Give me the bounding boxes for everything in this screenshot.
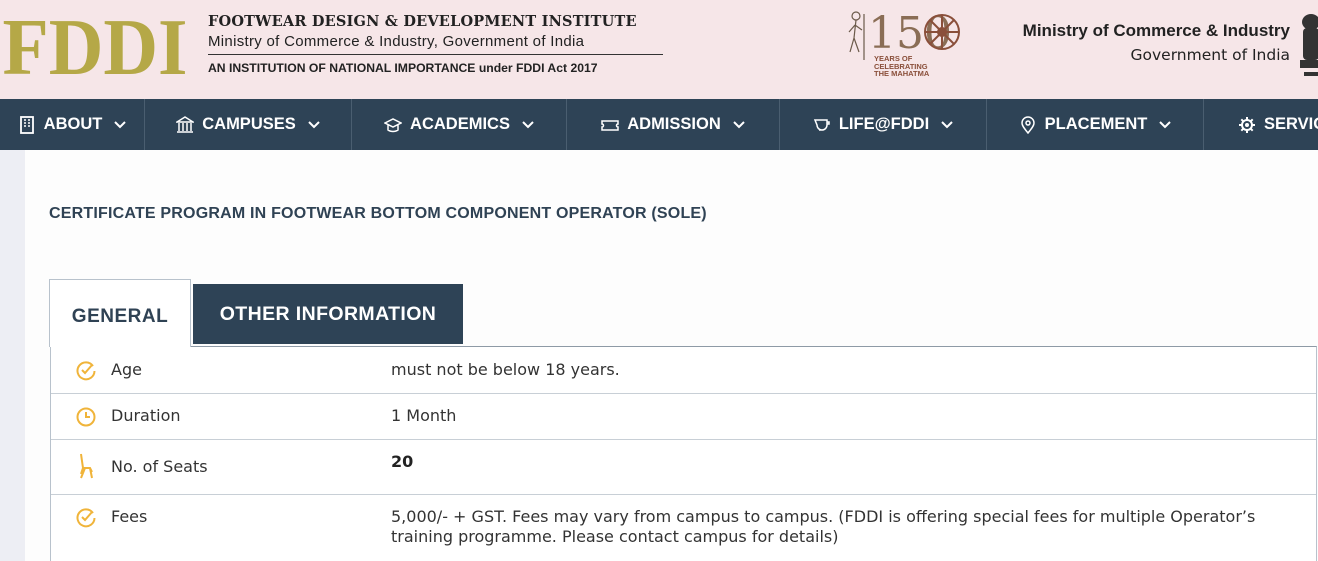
graduation-cap-icon bbox=[384, 117, 403, 132]
nav-label: PLACEMENT bbox=[1044, 115, 1148, 133]
nav-label: ABOUT bbox=[43, 115, 103, 133]
nav-label: LIFE@FDDI bbox=[838, 115, 930, 133]
info-row-age: Age must not be below 18 years. bbox=[51, 347, 1316, 394]
row-value: 1 Month bbox=[391, 406, 457, 425]
nav-item-about[interactable]: ABOUT bbox=[0, 99, 145, 150]
nav-item-life[interactable]: LIFE@FDDI bbox=[780, 99, 987, 150]
info-row-fees: Fees 5,000/- + GST. Fees may vary from c… bbox=[51, 495, 1316, 561]
institution-icon bbox=[176, 115, 195, 133]
ministry-title: Ministry of Commerce & Industry bbox=[1022, 21, 1290, 40]
divider bbox=[208, 54, 663, 55]
badge-caption: YEARS OF CELEBRATING THE MAHATMA bbox=[874, 54, 930, 78]
info-row-duration: Duration 1 Month bbox=[51, 394, 1316, 440]
nav-label: SERVIC bbox=[1264, 115, 1318, 133]
check-circle-icon bbox=[76, 361, 96, 381]
row-value: must not be below 18 years. bbox=[391, 360, 620, 379]
ticket-icon bbox=[601, 119, 619, 131]
location-pin-icon bbox=[1020, 115, 1035, 134]
chevron-down-icon bbox=[941, 120, 953, 128]
info-row-seats: No. of Seats 20 bbox=[51, 440, 1316, 495]
info-table: Age must not be below 18 years. Duration… bbox=[50, 346, 1317, 561]
nav-label: CAMPUSES bbox=[202, 115, 296, 133]
nav-item-placement[interactable]: PLACEMENT bbox=[987, 99, 1204, 150]
gear-icon bbox=[1239, 116, 1255, 133]
tab-other-information[interactable]: OTHER INFORMATION bbox=[193, 284, 463, 344]
ministry-subtitle: Government of India bbox=[1130, 46, 1291, 64]
row-label: No. of Seats bbox=[111, 457, 208, 476]
chevron-down-icon bbox=[1159, 120, 1172, 128]
nav-item-services[interactable]: SERVIC bbox=[1204, 99, 1318, 150]
tab-general[interactable]: GENERAL bbox=[49, 279, 191, 347]
site-header: FDDI FOOTWEAR DESIGN & DEVELOPMENT INSTI… bbox=[0, 0, 1318, 99]
chevron-down-icon bbox=[114, 120, 127, 128]
institute-name: FOOTWEAR DESIGN & DEVELOPMENT INSTITUTE bbox=[208, 13, 637, 30]
row-value: 20 bbox=[391, 452, 414, 471]
nav-label: ACADEMICS bbox=[410, 115, 510, 133]
fddi-logo[interactable]: FDDI bbox=[2, 12, 189, 80]
logo-text: FDDI bbox=[3, 12, 188, 80]
chevron-down-icon bbox=[733, 120, 745, 128]
check-circle-icon bbox=[76, 508, 96, 528]
side-strip bbox=[0, 150, 25, 561]
national-emblem-icon bbox=[1300, 14, 1318, 76]
institute-status: AN INSTITUTION OF NATIONAL IMPORTANCE un… bbox=[208, 61, 598, 75]
nav-item-admission[interactable]: ADMISSION bbox=[567, 99, 780, 150]
cup-icon bbox=[813, 118, 830, 131]
page-title: CERTIFICATE PROGRAM IN FOOTWEAR BOTTOM C… bbox=[49, 205, 707, 222]
clock-icon bbox=[76, 407, 96, 427]
nav-item-academics[interactable]: ACADEMICS bbox=[352, 99, 567, 150]
row-value: 5,000/- + GST. Fees may vary from campus… bbox=[391, 507, 1256, 546]
chevron-down-icon bbox=[308, 120, 320, 128]
row-label: Duration bbox=[111, 406, 181, 425]
row-label: Age bbox=[111, 360, 142, 379]
nav-label: ADMISSION bbox=[627, 115, 721, 133]
chevron-down-icon bbox=[522, 120, 534, 128]
institute-block: FOOTWEAR DESIGN & DEVELOPMENT INSTITUTE … bbox=[208, 13, 668, 75]
row-label: Fees bbox=[111, 507, 148, 526]
building-icon bbox=[19, 115, 34, 134]
seat-icon bbox=[80, 453, 93, 479]
institute-ministry: Ministry of Commerce & Industry, Governm… bbox=[208, 33, 585, 50]
nav-item-campuses[interactable]: CAMPUSES bbox=[145, 99, 352, 150]
main-nav: ABOUT CAMPUSES ACADEMICS ADMISSION LIFE@… bbox=[0, 99, 1318, 150]
ministry-block: Ministry of Commerce & Industry Governme… bbox=[1023, 21, 1290, 64]
